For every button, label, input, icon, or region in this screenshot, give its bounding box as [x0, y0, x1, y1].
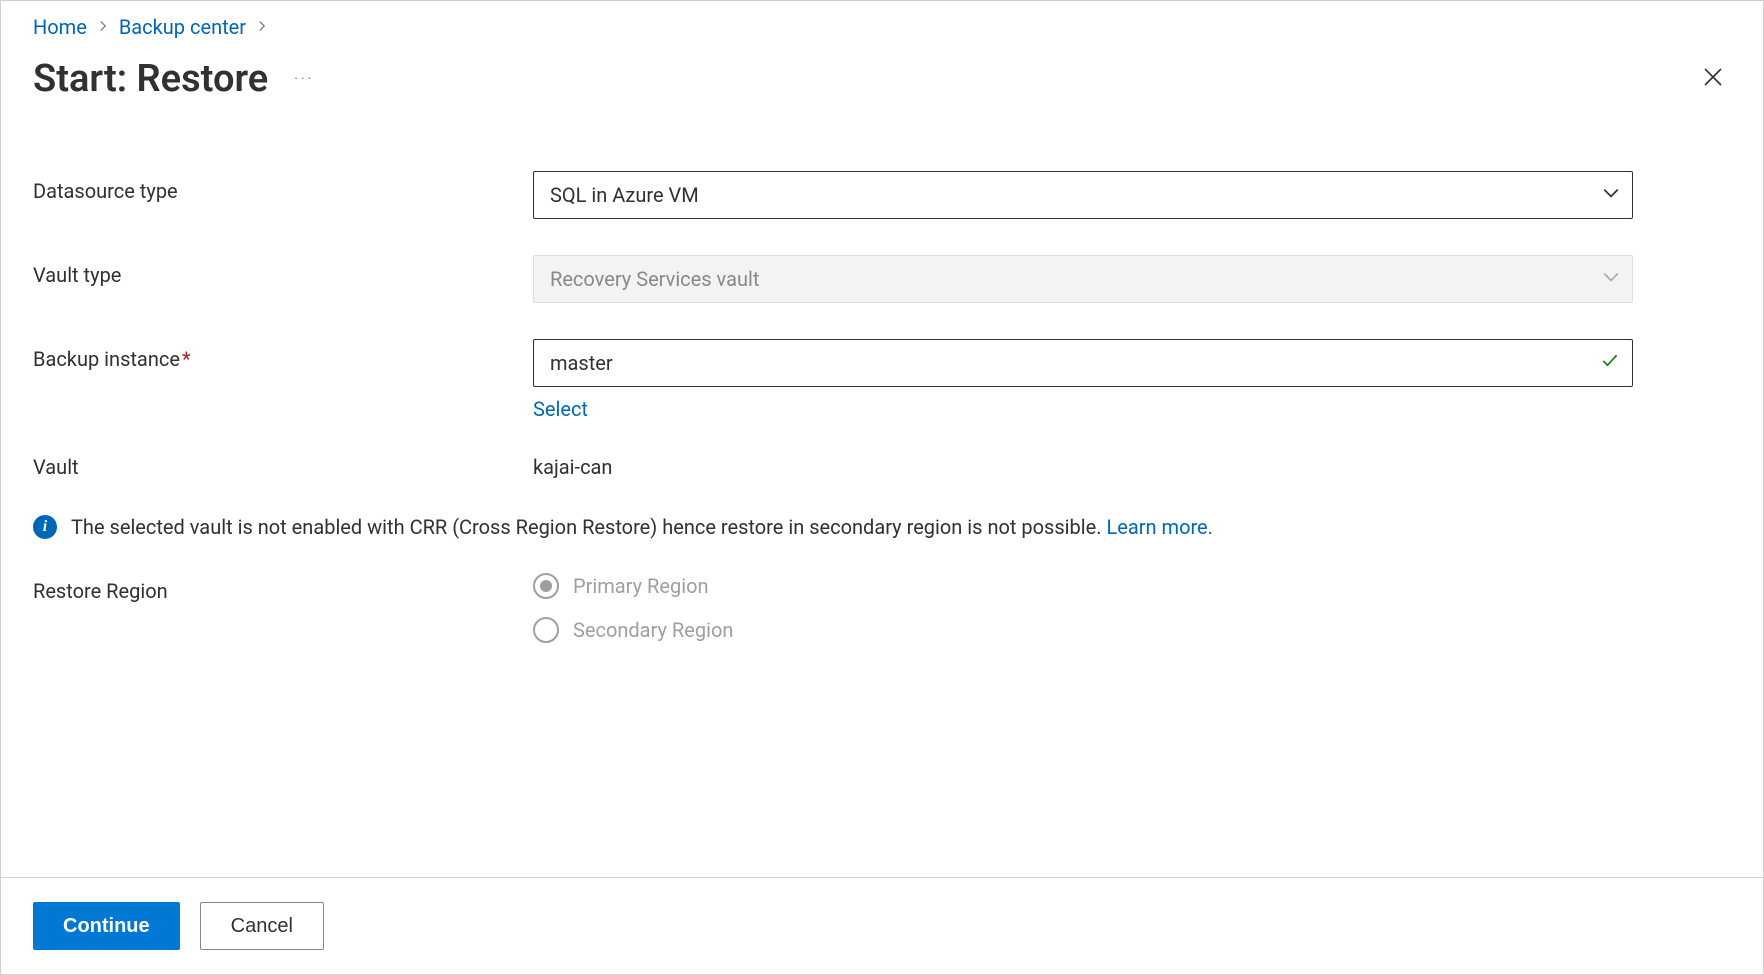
- chevron-down-icon: [1602, 267, 1620, 291]
- restore-region-primary-label: Primary Region: [573, 574, 709, 598]
- chevron-down-icon: [1602, 183, 1620, 207]
- restore-region-label: Restore Region: [33, 571, 533, 603]
- radio-icon: [533, 617, 559, 643]
- continue-button[interactable]: Continue: [33, 902, 180, 950]
- cancel-button[interactable]: Cancel: [200, 902, 324, 950]
- crr-info-banner: i The selected vault is not enabled with…: [33, 515, 1731, 539]
- breadcrumb-home[interactable]: Home: [33, 15, 87, 39]
- backup-instance-label: Backup instance*: [33, 339, 533, 371]
- chevron-right-icon: [256, 17, 268, 37]
- checkmark-icon: [1600, 351, 1620, 376]
- required-indicator: *: [182, 347, 191, 371]
- vault-label: Vault: [33, 447, 533, 479]
- datasource-type-select[interactable]: SQL in Azure VM: [533, 171, 1633, 219]
- datasource-type-value: SQL in Azure VM: [550, 183, 699, 207]
- vault-type-select: Recovery Services vault: [533, 255, 1633, 303]
- vault-value: kajai-can: [533, 447, 612, 479]
- more-actions-button[interactable]: ···: [294, 71, 314, 87]
- breadcrumb: Home Backup center: [33, 15, 1731, 39]
- learn-more-link[interactable]: Learn more.: [1106, 515, 1212, 539]
- backup-instance-value: master: [550, 351, 613, 375]
- datasource-type-label: Datasource type: [33, 171, 533, 203]
- radio-icon: [533, 573, 559, 599]
- vault-type-label: Vault type: [33, 255, 533, 287]
- backup-instance-select[interactable]: master: [533, 339, 1633, 387]
- breadcrumb-backup-center[interactable]: Backup center: [119, 15, 246, 39]
- restore-region-secondary-radio: Secondary Region: [533, 617, 733, 643]
- page-title: Start: Restore: [33, 57, 268, 101]
- close-icon[interactable]: [1695, 59, 1731, 100]
- footer-actions: Continue Cancel: [1, 877, 1763, 974]
- info-icon: i: [33, 515, 57, 539]
- backup-instance-select-link[interactable]: Select: [533, 397, 588, 421]
- restore-region-primary-radio: Primary Region: [533, 573, 733, 599]
- crr-info-message: The selected vault is not enabled with C…: [71, 515, 1106, 539]
- vault-type-value: Recovery Services vault: [550, 267, 759, 291]
- chevron-right-icon: [97, 17, 109, 37]
- restore-region-secondary-label: Secondary Region: [573, 618, 733, 642]
